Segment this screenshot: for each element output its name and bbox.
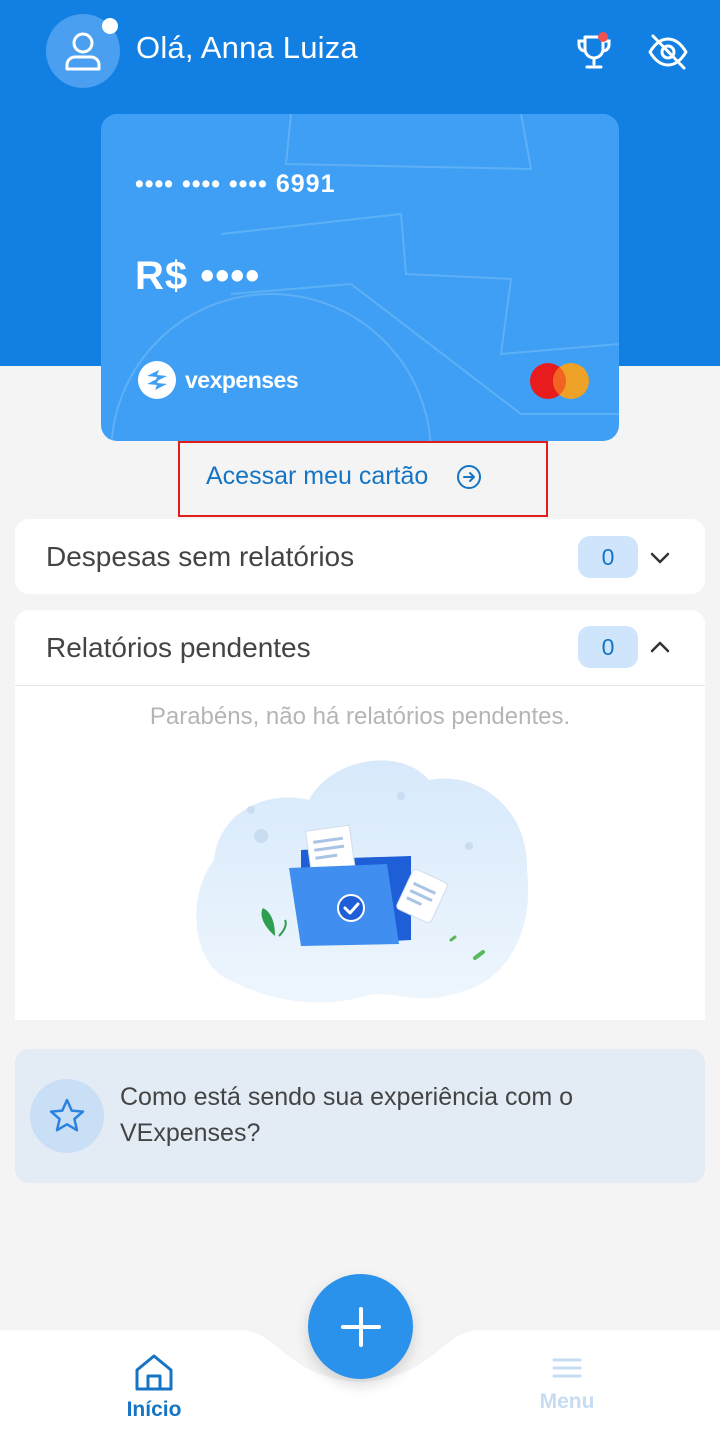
chevron-up-icon[interactable] <box>649 636 671 658</box>
access-card-link[interactable]: Acessar meu cartão <box>206 462 482 491</box>
expenses-without-reports-panel[interactable]: Despesas sem relatórios 0 <box>15 519 705 594</box>
eye-off-icon[interactable] <box>646 30 690 74</box>
pending-reports-panel: Relatórios pendentes 0 Parabéns, não há … <box>15 610 705 1020</box>
count-badge: 0 <box>578 536 638 578</box>
mastercard-logo <box>530 363 589 399</box>
panel-title: Relatórios pendentes <box>46 632 311 663</box>
access-card-label: Acessar meu cartão <box>206 462 429 490</box>
arrow-right-circle-icon <box>457 464 482 489</box>
star-badge <box>30 1079 104 1153</box>
panel-title: Despesas sem relatórios <box>46 541 355 572</box>
nav-menu[interactable]: Menu <box>524 1352 610 1432</box>
feedback-question: Como está sendo sua experiência com o VE… <box>120 1083 574 1147</box>
empty-state-message: Parabéns, não há relatórios pendentes. <box>149 703 571 730</box>
count-badge: 0 <box>578 626 638 668</box>
home-icon <box>135 1354 173 1391</box>
empty-reports-illustration <box>196 760 529 1003</box>
add-expense-button[interactable] <box>308 1274 413 1379</box>
nav-menu-label: Menu <box>539 1390 595 1413</box>
trophy-icon[interactable] <box>574 32 614 72</box>
divider <box>15 685 705 686</box>
greeting-text: Olá, Anna Luiza <box>136 30 358 65</box>
vexpenses-logo: vexpenses <box>137 360 299 400</box>
user-icon <box>65 32 101 71</box>
feedback-card[interactable]: Como está sendo sua experiência com o VE… <box>15 1049 705 1183</box>
nav-home[interactable]: Início <box>110 1352 198 1432</box>
vexpenses-logo-icon <box>138 361 176 399</box>
notification-dot <box>102 18 118 34</box>
hamburger-menu-icon <box>552 1358 582 1378</box>
brand-name: vexpenses <box>185 366 299 393</box>
nav-home-label: Início <box>126 1398 182 1421</box>
card-balance: R$ •••• <box>135 254 261 298</box>
trophy-badge <box>598 32 608 42</box>
star-icon <box>49 1098 85 1132</box>
plus-icon <box>340 1306 381 1347</box>
card-number: •••• •••• •••• 6991 <box>135 170 336 198</box>
credit-card[interactable]: •••• •••• •••• 6991 R$ •••• vexpenses <box>101 114 619 441</box>
chevron-down-icon[interactable] <box>649 547 671 569</box>
